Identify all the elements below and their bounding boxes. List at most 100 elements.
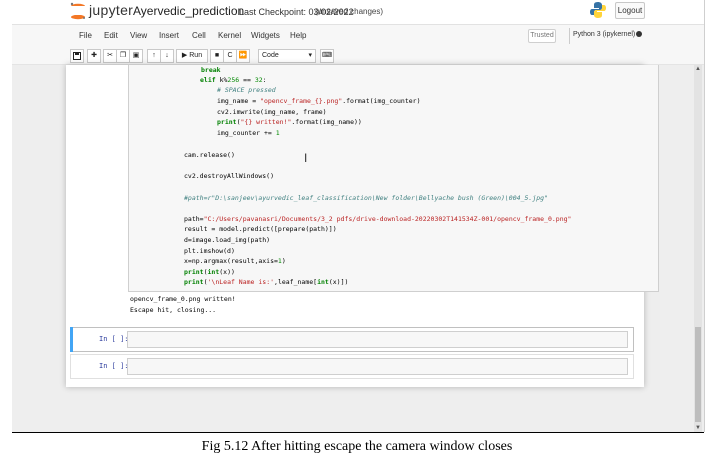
menu-widgets[interactable]: Widgets [251,31,280,40]
code-token: int [317,278,329,286]
move-down-button[interactable]: ↓ [160,49,174,63]
scissors-icon: ✂ [107,52,113,59]
code-token: 1 [277,257,282,265]
cut-button[interactable]: ✂ [103,49,117,63]
kernel-name[interactable]: Python 3 (ipykernel) [573,31,635,38]
cell-type-value: Code [262,52,279,59]
run-label: Run [189,52,203,59]
caption-rule [12,432,704,433]
jupyter-brand[interactable]: jupyter [89,2,133,18]
code-line: result = model.predict([prepare(path)]) [184,225,337,233]
cell-output: opencv_frame_0.png written! Escape hit, c… [130,294,236,316]
code-token: "C:/Users/pavanasri/Documents/3_2 pdfs/d… [203,215,572,223]
restart-run-all-button[interactable]: ⏩ [236,49,250,63]
code-line: img_name = "opencv_frame_{}.png".format(… [217,97,421,105]
keyboard-icon: ⌨ [321,52,333,59]
save-button[interactable] [70,49,84,63]
code-line: print(int(x)) [184,268,235,276]
code-line: break [201,66,221,74]
code-line: cam.release() [184,151,235,159]
trusted-indicator[interactable]: Trusted [528,29,556,43]
chevron-down-icon: ▾ [308,52,312,59]
interrupt-button[interactable]: ■ [210,49,224,63]
scrollbar-thumb[interactable] [695,327,701,422]
code-line: x=np.argmax(result,axis=1) [184,257,286,265]
code-line: img_counter += 1 [217,129,280,137]
paste-button[interactable]: ▣ [129,49,143,63]
code-token: int [207,268,220,276]
code-line: #path=r"D:\sanjeev\ayurvedic_leaf_classi… [184,194,548,202]
command-palette-button[interactable]: ⌨ [320,49,334,63]
menu-help[interactable]: Help [290,31,306,40]
vertical-scrollbar[interactable]: ▲ ▼ [694,65,702,432]
output-line: opencv_frame_0.png written! [130,295,236,303]
figure-caption: Fig 5.12 After hitting escape the camera… [201,439,513,454]
selected-cell-indicator [70,327,73,352]
move-up-button[interactable]: ↑ [147,49,161,63]
cell-input-field[interactable] [127,358,628,375]
menu-edit[interactable]: Edit [104,31,118,40]
text-cursor-icon: I [304,151,308,165]
menu-bar: File Edit View Insert Cell Kernel Widget… [12,24,704,48]
code-token: 32 [254,76,263,84]
menu-file[interactable]: File [79,31,92,40]
code-line: d=image.load_img(path) [184,236,271,244]
kernel-status-icon [636,31,642,37]
code-line: elif k%256 == 32: [200,76,267,84]
code-line: path="C:/Users/pavanasri/Documents/3_2 p… [184,215,572,223]
arrow-down-icon: ↓ [165,52,169,59]
jupyter-logo-icon [70,2,86,20]
code-token: print [184,278,204,286]
fast-forward-icon: ⏩ [238,52,248,59]
plus-icon: ✚ [91,52,97,59]
code-cell-input[interactable]: break elif k%256 == 32: # SPACE pressed … [128,65,659,292]
cell-prompt: In [ ]: [99,362,129,370]
code-cell-selected[interactable]: In [ ]: [70,327,634,352]
code-token: 1 [275,129,280,137]
cell-prompt: In [ ]: [99,335,129,343]
code-line: # SPACE pressed [217,86,276,94]
menu-cell[interactable]: Cell [192,31,206,40]
cell-input-field[interactable] [127,331,628,348]
code-line: print('\nLeaf Name is:',leaf_name[int(x)… [184,278,349,286]
scroll-up-icon[interactable]: ▲ [694,65,702,73]
code-line: cv2.destroyAllWindows() [184,172,275,180]
save-icon [73,52,81,60]
menu-view[interactable]: View [130,31,147,40]
code-token: print [184,268,204,276]
run-button[interactable]: ▶ Run [176,49,208,63]
play-icon: ▶ [181,52,188,59]
copy-button[interactable]: ❐ [116,49,130,63]
output-line: Escape hit, closing... [130,306,217,314]
code-line: print("{} written!".format(img_name)) [217,118,362,126]
copy-icon: ❐ [119,52,127,59]
logout-button[interactable]: Logout [615,2,645,19]
scroll-down-icon[interactable]: ▼ [694,424,702,432]
code-line: plt.imshow(d) [184,247,235,255]
menu-kernel[interactable]: Kernel [218,31,241,40]
insert-cell-button[interactable]: ✚ [87,49,101,63]
arrow-up-icon: ↑ [152,52,156,59]
menu-insert[interactable]: Insert [159,31,179,40]
code-token: '\nLeaf Name is:' [207,278,275,286]
divider [569,28,570,44]
notebook-title[interactable]: Ayervedic_prediction [133,4,244,18]
unsaved-status: (unsaved changes) [315,7,384,16]
code-cell[interactable]: In [ ]: [70,354,634,379]
stop-icon: ■ [214,52,220,59]
notebook-header: jupyter Ayervedic_prediction Last Checkp… [12,0,704,24]
code-token: "{} written!" [240,118,292,126]
notebook-container: break elif k%256 == 32: # SPACE pressed … [66,65,659,387]
code-token: print [217,118,237,126]
code-token: "opencv_frame_{}.png" [260,97,343,105]
code-line: cv2.imwrite(img_name, frame) [217,108,327,116]
toolbar: ✚ ✂ ❐ ▣ ↑ ↓ ▶ Run ■ C ⏩ Code ▾ ⌨ [12,46,704,65]
code-token: elif [200,76,216,84]
paste-icon: ▣ [132,52,140,59]
restart-button[interactable]: C [223,49,237,63]
cell-type-select[interactable]: Code ▾ [258,49,316,63]
restart-icon: C [227,52,233,59]
browser-screenshot: jupyter Ayervedic_prediction Last Checkp… [12,0,705,432]
code-token: 256 [227,76,240,84]
python-logo-icon [590,2,606,18]
